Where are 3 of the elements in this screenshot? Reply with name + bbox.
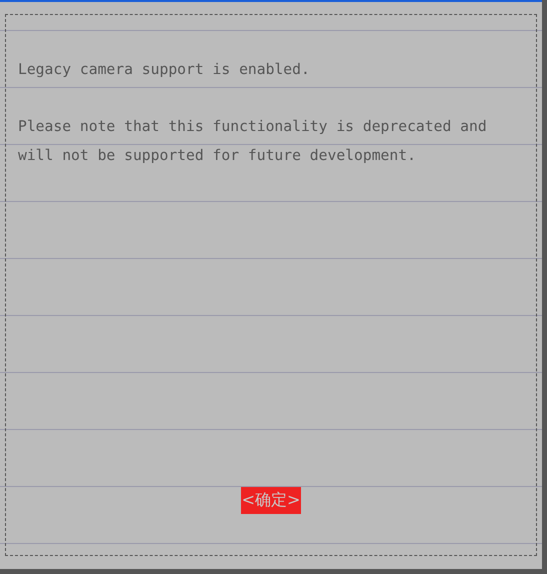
message-text: Legacy camera support is enabled. [18,60,311,80]
message-text: Please note that this functionality is deprecated and will not be supported for future development. [18,117,488,166]
ok-button[interactable]: <确定> [240,487,302,514]
